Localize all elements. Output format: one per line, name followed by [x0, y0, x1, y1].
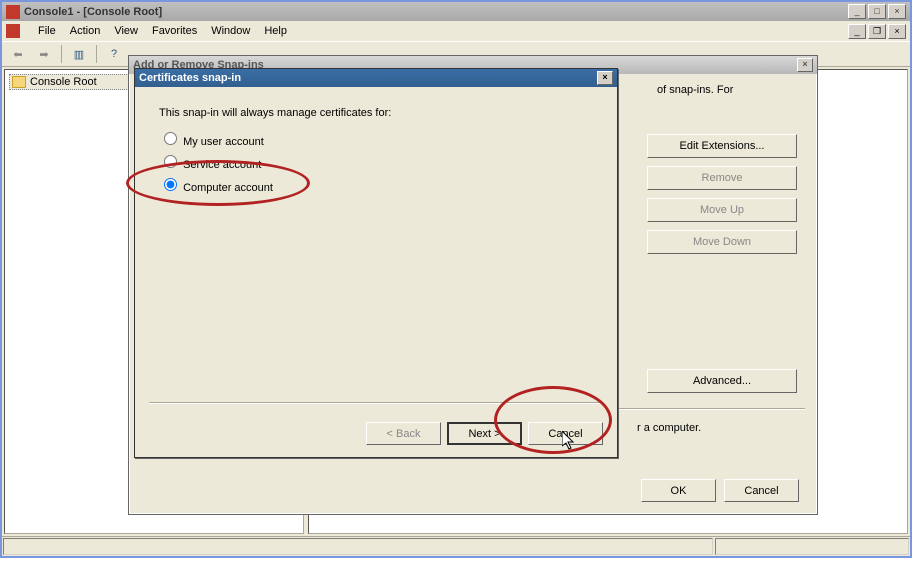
addremove-info-text: of snap-ins. For	[657, 84, 797, 96]
child-restore-button[interactable]: ❐	[868, 24, 886, 39]
prompt-text: This snap-in will always manage certific…	[159, 107, 593, 119]
separator	[149, 402, 603, 404]
next-button[interactable]: Next >	[447, 422, 522, 445]
certdlg-titlebar[interactable]: Certificates snap-in ×	[135, 69, 617, 87]
radio-my-user[interactable]: My user account	[159, 129, 593, 148]
mmc-title-text: Console1 - [Console Root]	[24, 6, 848, 18]
radio-my-user-label: My user account	[183, 136, 264, 148]
radio-computer[interactable]: Computer account	[159, 175, 593, 194]
mmc-icon	[6, 5, 20, 19]
edit-extensions-button[interactable]: Edit Extensions...	[647, 134, 797, 158]
radio-computer-input[interactable]	[164, 178, 177, 191]
move-up-button[interactable]: Move Up	[647, 198, 797, 222]
menu-view[interactable]: View	[114, 25, 138, 37]
close-button[interactable]: ×	[888, 4, 906, 19]
cancel-button[interactable]: Cancel	[724, 479, 799, 502]
toolbar-separator	[61, 45, 62, 63]
radio-computer-label: Computer account	[183, 182, 273, 194]
menu-favorites[interactable]: Favorites	[152, 25, 197, 37]
status-cell	[715, 538, 909, 555]
status-cell	[3, 538, 713, 555]
cancel-button[interactable]: Cancel	[528, 422, 603, 445]
doc-icon	[6, 24, 20, 38]
remove-button[interactable]: Remove	[647, 166, 797, 190]
radio-service[interactable]: Service account	[159, 152, 593, 171]
folder-icon	[12, 76, 26, 88]
maximize-button[interactable]: □	[868, 4, 886, 19]
forward-button[interactable]: ➡	[32, 43, 56, 65]
back-button[interactable]: ⬅	[6, 43, 30, 65]
mmc-menubar: File Action View Favorites Window Help _…	[2, 21, 910, 41]
minimize-button[interactable]: _	[848, 4, 866, 19]
close-button[interactable]: ×	[797, 58, 813, 72]
toolbar-separator	[96, 45, 97, 63]
radio-service-input[interactable]	[164, 155, 177, 168]
description-text: r a computer.	[637, 422, 797, 434]
help-button[interactable]: ?	[102, 43, 126, 65]
show-tree-button[interactable]: ▥	[67, 43, 91, 65]
tree-root-label: Console Root	[30, 76, 97, 88]
menu-window[interactable]: Window	[211, 25, 250, 37]
certdlg-title-text: Certificates snap-in	[139, 72, 241, 84]
menu-file[interactable]: File	[38, 25, 56, 37]
advanced-button[interactable]: Advanced...	[647, 369, 797, 393]
radio-service-label: Service account	[183, 159, 261, 171]
child-minimize-button[interactable]: _	[848, 24, 866, 39]
status-bar	[2, 536, 910, 556]
back-button[interactable]: < Back	[366, 422, 441, 445]
child-close-button[interactable]: ×	[888, 24, 906, 39]
mmc-titlebar[interactable]: Console1 - [Console Root] _ □ ×	[2, 2, 910, 21]
close-button[interactable]: ×	[597, 71, 613, 85]
menu-help[interactable]: Help	[264, 25, 287, 37]
move-down-button[interactable]: Move Down	[647, 230, 797, 254]
ok-button[interactable]: OK	[641, 479, 716, 502]
menu-action[interactable]: Action	[70, 25, 101, 37]
account-radio-group: My user account Service account Computer…	[159, 129, 593, 194]
certificates-snapin-dialog: Certificates snap-in × This snap-in will…	[134, 68, 618, 458]
radio-my-user-input[interactable]	[164, 132, 177, 145]
